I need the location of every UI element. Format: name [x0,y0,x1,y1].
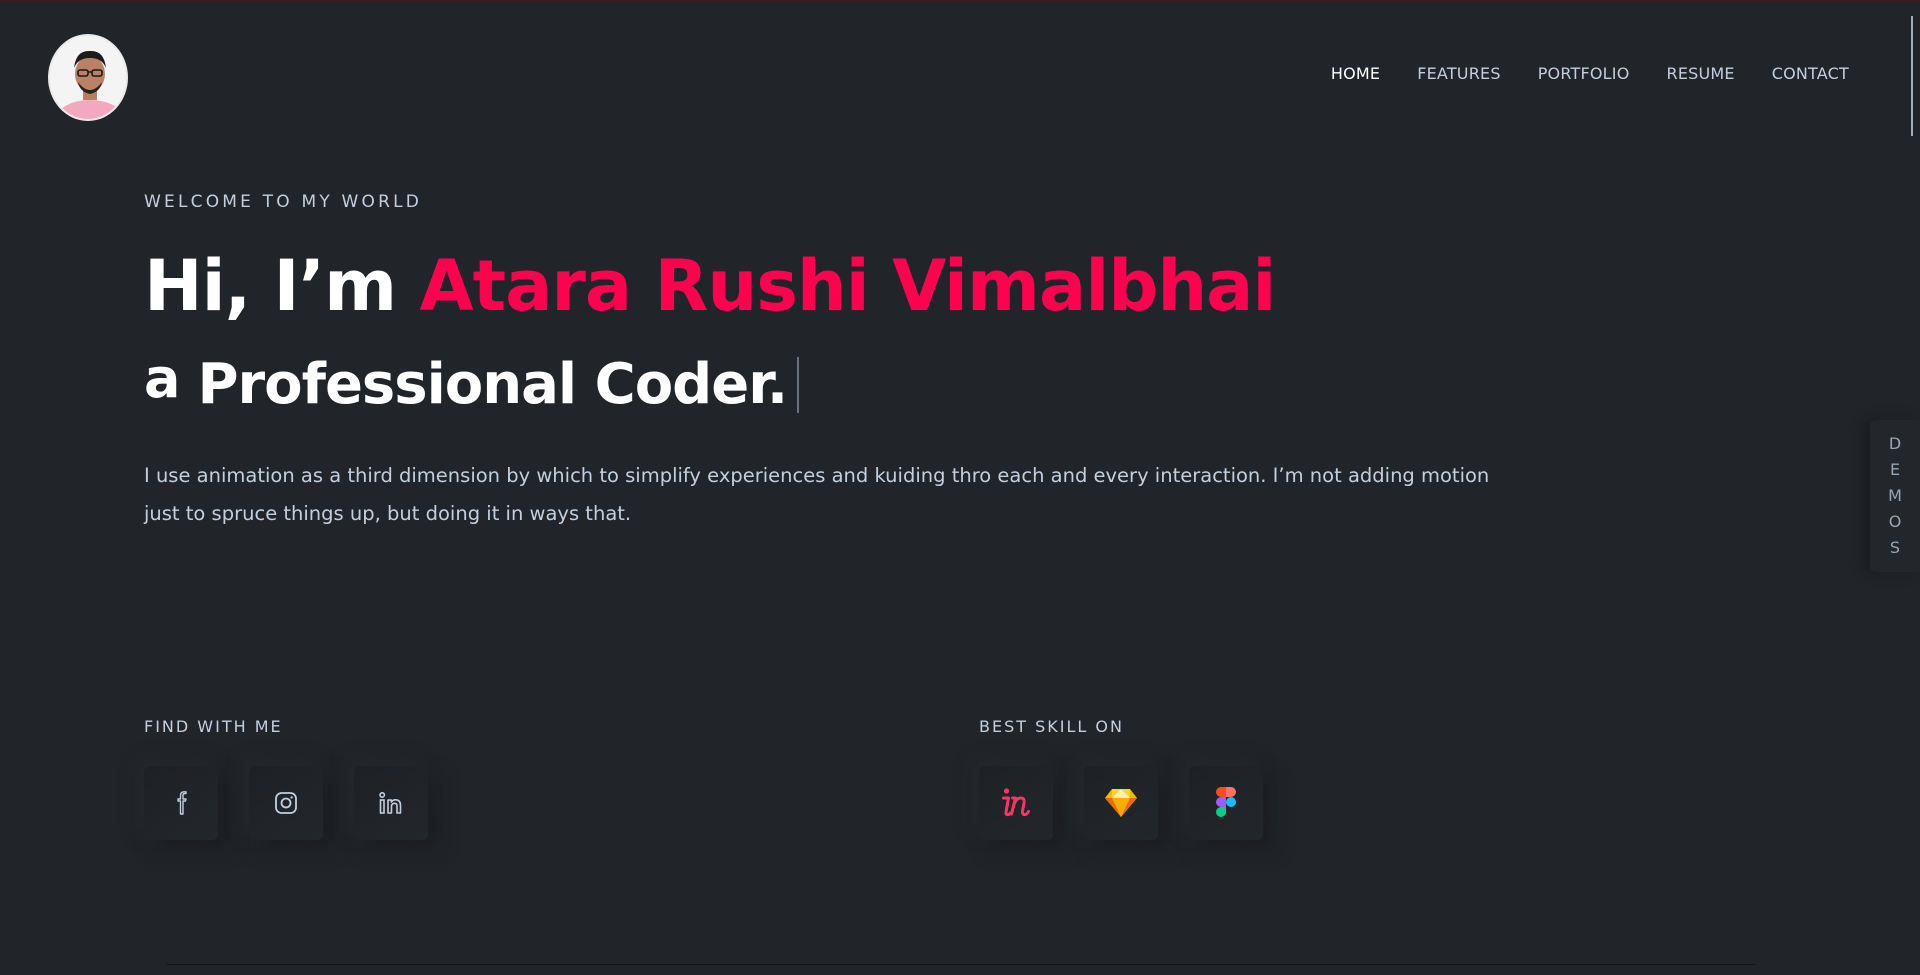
instagram-icon [274,791,298,815]
avatar[interactable] [48,34,128,121]
demos-letter: E [1889,460,1901,479]
linkedin-icon [378,791,404,815]
subtitle-prefix: a [144,347,180,410]
figma-button[interactable] [1189,766,1263,840]
nav-features[interactable]: FEATURES [1417,64,1500,83]
demos-letter: M [1888,486,1902,505]
demos-letter: O [1888,512,1902,531]
nav-resume[interactable]: RESUME [1667,64,1735,83]
section-divider [166,964,1756,965]
nav-portfolio[interactable]: PORTFOLIO [1538,64,1630,83]
skill-icons [979,766,1263,840]
hero-subtitle: a Professional Coder. [144,347,800,417]
main-nav: HOME FEATURES PORTFOLIO RESUME CONTACT [1294,64,1849,83]
scrollbar-thumb[interactable] [1911,16,1913,136]
demos-letter: S [1889,538,1901,557]
instagram-button[interactable] [249,766,323,840]
welcome-text: WELCOME TO MY WORLD [144,192,423,212]
invision-icon [999,786,1033,820]
demos-letter: D [1888,434,1902,453]
sketch-icon [1104,788,1138,818]
invision-button[interactable] [979,766,1053,840]
hero-greeting: Hi, I’m [144,245,420,327]
find-with-me-label: FIND WITH ME [144,717,283,736]
facebook-button[interactable] [144,766,218,840]
hero-name: Atara Rushi Vimalbhai [419,245,1277,327]
facebook-icon [170,791,192,815]
social-icons [144,766,428,840]
best-skill-label: BEST SKILL ON [979,717,1124,736]
typing-cursor [797,356,800,413]
figma-icon [1215,787,1237,819]
linkedin-button[interactable] [354,766,428,840]
hero-description: I use animation as a third dimension by … [144,464,1490,525]
nav-contact[interactable]: CONTACT [1772,64,1849,83]
nav-home[interactable]: HOME [1331,64,1380,83]
hero-title: Hi, I’m Atara Rushi Vimalbhai [144,245,1277,327]
top-border [0,0,1920,2]
subtitle-role: Professional Coder. [197,352,788,417]
demos-tab[interactable]: D E M O S [1870,420,1920,572]
sketch-button[interactable] [1084,766,1158,840]
